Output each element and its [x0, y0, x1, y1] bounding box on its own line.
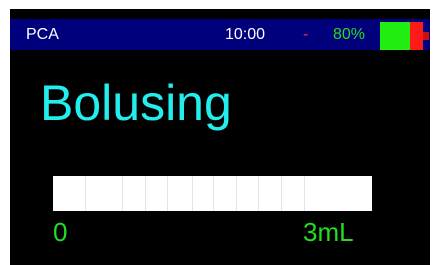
status-bar [10, 19, 430, 50]
progress-max-label: 3mL [303, 217, 354, 247]
bolus-progress-bar [53, 176, 372, 211]
progress-tick [213, 176, 214, 211]
progress-tick [192, 176, 193, 211]
app-name: PCA [26, 26, 59, 43]
status-separator: - [303, 26, 309, 43]
progress-tick [236, 176, 237, 211]
pump-status-title: Bolusing [40, 75, 232, 131]
clock: 10:00 [225, 26, 266, 43]
progress-tick [85, 176, 86, 211]
battery-icon [380, 22, 430, 50]
battery-terminal [423, 32, 429, 40]
battery-charge-level [380, 22, 410, 50]
progress-tick [122, 176, 123, 211]
progress-min-label: 0 [53, 217, 68, 247]
progress-tick [167, 176, 168, 211]
progress-tick [304, 176, 305, 211]
progress-tick [145, 176, 146, 211]
progress-tick [281, 176, 282, 211]
battery-percent: 80% [333, 26, 366, 43]
progress-tick [258, 176, 259, 211]
battery-empty-level [410, 22, 423, 50]
